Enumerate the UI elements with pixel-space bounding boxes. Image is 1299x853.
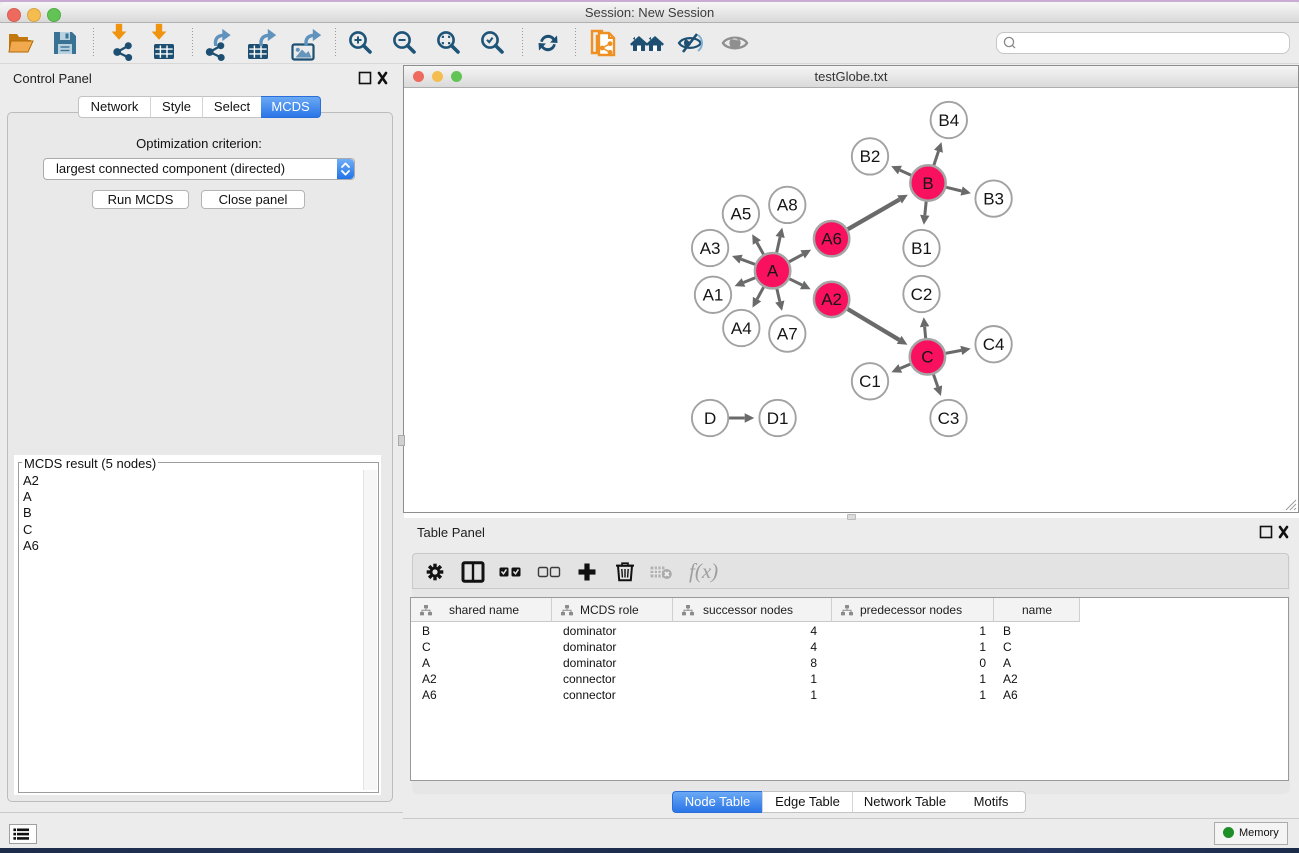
- svg-text:C4: C4: [983, 335, 1005, 354]
- svg-text:A8: A8: [777, 196, 798, 215]
- svg-text:B1: B1: [911, 239, 932, 258]
- svg-text:A1: A1: [703, 286, 724, 305]
- svg-text:C: C: [921, 348, 933, 367]
- svg-text:C2: C2: [911, 285, 933, 304]
- svg-text:D: D: [704, 409, 716, 428]
- svg-text:A7: A7: [777, 324, 798, 343]
- svg-text:B2: B2: [860, 147, 881, 166]
- svg-text:D1: D1: [767, 409, 789, 428]
- svg-text:A4: A4: [731, 319, 752, 338]
- svg-text:C3: C3: [938, 409, 960, 428]
- svg-text:A: A: [767, 262, 779, 281]
- svg-text:B3: B3: [983, 189, 1004, 208]
- svg-text:B4: B4: [938, 111, 959, 130]
- svg-text:B: B: [922, 174, 933, 193]
- svg-text:A5: A5: [731, 205, 752, 224]
- svg-text:C1: C1: [859, 372, 881, 391]
- svg-text:A2: A2: [821, 290, 842, 309]
- svg-text:A3: A3: [700, 239, 721, 258]
- svg-text:A6: A6: [821, 230, 842, 249]
